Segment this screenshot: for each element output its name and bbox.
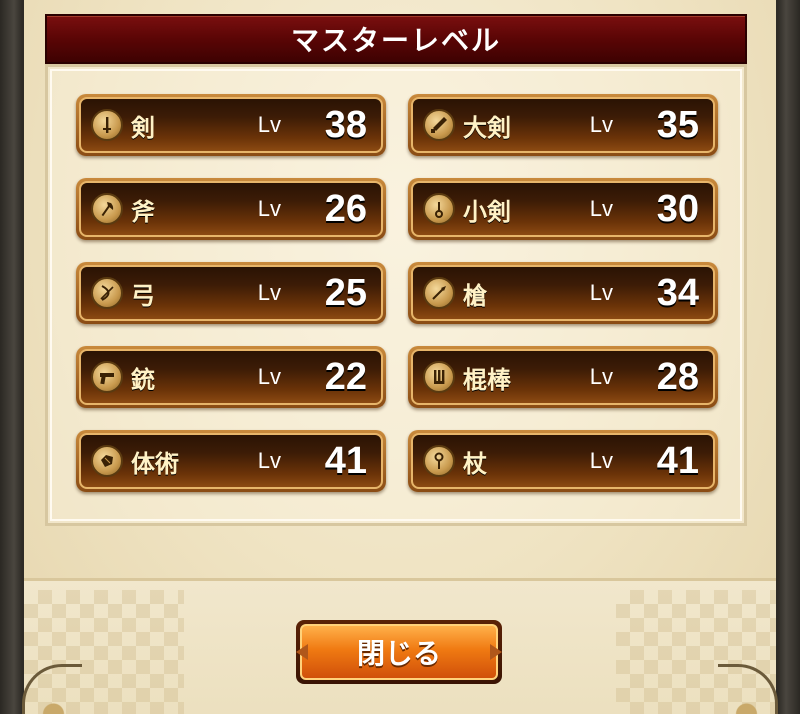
title-bar: マスターレベル <box>45 14 747 64</box>
arrow-right-icon <box>490 644 502 660</box>
weapon-badge-axe: 斧 Lv 26 <box>76 178 386 240</box>
spear-icon <box>423 277 455 309</box>
weapon-badge-gun: 銃 Lv 22 <box>76 346 386 408</box>
arrow-left-icon <box>296 644 308 660</box>
axe-icon <box>91 193 123 225</box>
close-button-label: 閉じる <box>356 637 441 670</box>
lv-label: Lv <box>257 364 281 389</box>
weapon-name: 弓 <box>131 281 155 310</box>
level-value: 26 <box>324 187 367 230</box>
lv-label: Lv <box>589 112 613 137</box>
level-value: 22 <box>324 355 367 398</box>
club-icon <box>423 361 455 393</box>
lv-label: Lv <box>257 196 281 221</box>
weapon-badge-martial-arts: 体術 Lv 41 <box>76 430 386 492</box>
lv-label: Lv <box>589 448 613 473</box>
fist-icon <box>91 445 123 477</box>
page-title: マスターレベル <box>290 24 501 57</box>
lv-label: Lv <box>257 280 281 305</box>
weapon-badge-greatsword: 大剣 Lv 35 <box>408 94 718 156</box>
level-value: 25 <box>324 271 367 314</box>
gun-icon <box>91 361 123 393</box>
weapon-name: 大剣 <box>463 113 511 142</box>
lv-label: Lv <box>257 112 281 137</box>
level-value: 34 <box>656 271 699 314</box>
lv-label: Lv <box>589 196 613 221</box>
weapon-name: 棍棒 <box>463 365 511 394</box>
level-value: 35 <box>656 103 699 146</box>
weapon-name: 銃 <box>131 365 155 394</box>
sword-icon <box>91 109 123 141</box>
weapon-badge-club: 棍棒 Lv 28 <box>408 346 718 408</box>
lv-label: Lv <box>257 448 281 473</box>
bow-icon <box>91 277 123 309</box>
weapon-name: 剣 <box>131 113 155 142</box>
dagger-icon <box>423 193 455 225</box>
weapon-badge-bow: 弓 Lv 25 <box>76 262 386 324</box>
weapon-name: 斧 <box>131 197 155 226</box>
weapon-name: 槍 <box>463 281 487 310</box>
greatsword-icon <box>423 109 455 141</box>
lv-label: Lv <box>589 364 613 389</box>
close-button[interactable]: 閉じる <box>296 620 502 684</box>
level-value: 41 <box>656 439 699 482</box>
level-value: 38 <box>324 103 367 146</box>
weapon-name: 杖 <box>463 449 487 478</box>
close-button-face[interactable]: 閉じる <box>296 624 502 680</box>
weapon-name: 小剣 <box>463 197 511 226</box>
weapon-badge-staff: 杖 Lv 41 <box>408 430 718 492</box>
lv-label: Lv <box>589 280 613 305</box>
level-value: 41 <box>324 439 367 482</box>
level-value: 28 <box>656 355 699 398</box>
weapon-name: 体術 <box>131 449 179 478</box>
weapon-badge-spear: 槍 Lv 34 <box>408 262 718 324</box>
staff-icon <box>423 445 455 477</box>
weapon-badge-sword: 剣 Lv 38 <box>76 94 386 156</box>
level-value: 30 <box>656 187 699 230</box>
weapon-badge-dagger: 小剣 Lv 30 <box>408 178 718 240</box>
